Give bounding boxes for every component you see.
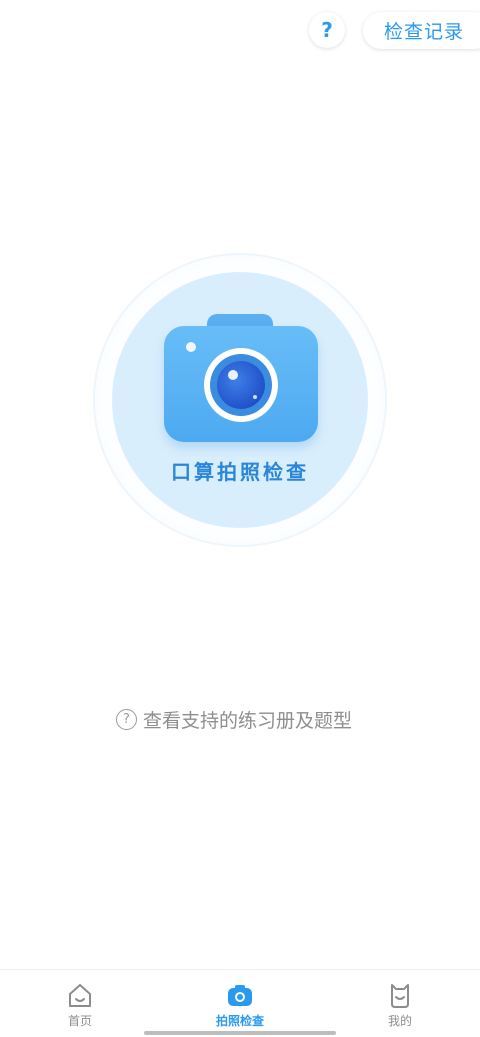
camera-icon xyxy=(228,985,252,1006)
bottom-nav: 首页 拍照检查 我的 xyxy=(0,969,480,1037)
supported-books-link[interactable]: ? 查看支持的练习册及题型 xyxy=(116,706,352,733)
camera-lens-mid xyxy=(210,354,272,416)
camera-flash xyxy=(186,342,196,352)
nav-item-photo-check[interactable]: 拍照检查 xyxy=(190,970,290,1037)
check-records-button[interactable]: 检查记录 xyxy=(363,12,480,49)
nav-label-photo-check: 拍照检查 xyxy=(215,1014,264,1028)
camera-lens-core xyxy=(217,361,265,409)
camera-lens xyxy=(204,348,278,422)
profile-icon xyxy=(391,984,409,1008)
lens-glint-small xyxy=(253,395,257,399)
check-records-label: 检查记录 xyxy=(384,21,465,43)
lens-glint xyxy=(228,370,238,380)
nav-label-me: 我的 xyxy=(387,1014,412,1028)
nav-item-home[interactable]: 首页 xyxy=(30,970,130,1037)
supported-books-text: 查看支持的练习册及题型 xyxy=(143,710,353,732)
home-indicator[interactable] xyxy=(144,1031,336,1035)
question-circle-icon: ? xyxy=(116,709,137,730)
nav-label-home: 首页 xyxy=(67,1014,92,1028)
help-icon: ? xyxy=(321,18,333,42)
camera-icon[interactable] xyxy=(164,314,318,442)
capture-label[interactable]: 口算拍照检查 xyxy=(112,456,368,485)
app-root: ? 检查记录 口算拍照检查 ? 查看支持的练习册及题型 首页 拍照检查 我的 xyxy=(0,0,480,1037)
home-icon xyxy=(69,984,91,1007)
nav-item-me[interactable]: 我的 xyxy=(350,970,450,1037)
help-button[interactable]: ? xyxy=(309,12,345,48)
